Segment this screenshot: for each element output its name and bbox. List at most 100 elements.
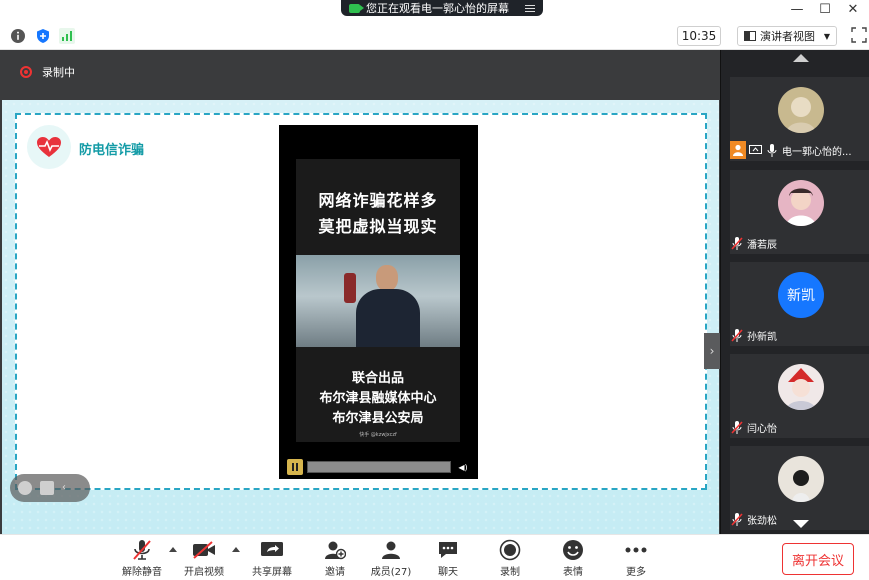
start-video-label: 开启视频 (184, 567, 224, 578)
meeting-clock: 10:35 (677, 26, 721, 46)
video-controls: ◀) (287, 459, 471, 475)
video-player[interactable]: 网络诈骗花样多 莫把虚拟当现实 联合出品 布尔津县融媒体中心 布尔津县公安局 快… (279, 125, 478, 479)
emoji-icon[interactable] (18, 481, 32, 495)
video-headline-line1: 网络诈骗花样多 (318, 191, 438, 210)
participant-name: 闫心怡 (747, 423, 777, 435)
heart-pulse-icon (37, 137, 61, 157)
participant-video-list: 电一郭心怡的... 潘若辰 新凯 孙新凯 闫心怡 张劲松 (720, 50, 869, 534)
shared-screen-stage: 录制中 防电信诈骗 网络诈骗花样多 莫把虚拟当现实 联合出品 布尔津县融媒体中心… (0, 50, 720, 554)
microphone-muted-icon (730, 328, 744, 342)
participant-tile[interactable]: 闫心怡 (730, 354, 869, 438)
participant-avatar (778, 87, 824, 133)
menu-icon[interactable] (525, 3, 535, 14)
window-titlebar: 您正在观看电一郭心怡的屏幕 — ☐ ✕ (0, 0, 869, 22)
video-options-caret-icon[interactable] (232, 547, 240, 552)
recording-label: 录制中 (42, 66, 75, 79)
close-button[interactable]: ✕ (839, 0, 867, 18)
camera-off-icon (192, 539, 216, 561)
share-screen-button[interactable]: 共享屏幕 (247, 539, 297, 579)
slide-title: 防电信诈骗 (79, 143, 145, 158)
chevron-down-icon: ▼ (823, 31, 830, 41)
chat-icon (436, 539, 460, 561)
participant-label: 闫心怡 (730, 418, 777, 436)
video-officer-image (296, 255, 460, 347)
fullscreen-icon[interactable] (851, 27, 867, 43)
participant-name: 孙新凯 (747, 331, 777, 343)
chat-button[interactable]: 聊天 (423, 539, 473, 579)
video-credit-line1: 联合出品 (351, 371, 404, 386)
participant-label: 孙新凯 (730, 326, 777, 344)
start-video-button[interactable]: 开启视频 (179, 539, 229, 579)
leave-meeting-button[interactable]: 离开会议 (782, 543, 854, 575)
participant-tile[interactable]: 新凯 孙新凯 (730, 262, 869, 346)
video-camera-icon (349, 3, 364, 13)
maximize-button[interactable]: ☐ (811, 0, 839, 18)
share-status-text: 您正在观看电一郭心怡的屏幕 (366, 2, 509, 15)
collapse-sidebar-button[interactable]: › (704, 333, 720, 369)
participant-avatar (778, 364, 824, 410)
shared-slide: 防电信诈骗 网络诈骗花样多 莫把虚拟当现实 联合出品 布尔津县融媒体中心 布尔津… (2, 100, 719, 554)
screen-share-status-pill[interactable]: 您正在观看电一郭心怡的屏幕 (341, 0, 543, 16)
meeting-toolbar: 解除静音 开启视频 共享屏幕 邀请 成员(27) 聊天 录制 表情 更多 离开会… (0, 534, 869, 580)
network-signal-icon[interactable] (59, 28, 75, 44)
chevron-left-icon[interactable]: ‹ (62, 481, 76, 495)
audio-options-caret-icon[interactable] (169, 547, 177, 552)
microphone-muted-icon (730, 236, 744, 250)
minimize-button[interactable]: — (783, 0, 811, 18)
security-shield-icon[interactable] (35, 28, 51, 44)
participant-label: 电一郭心怡的... (730, 141, 852, 159)
participant-avatar (778, 456, 824, 502)
annotate-icon[interactable] (40, 481, 54, 495)
more-dots-icon (624, 539, 648, 561)
reactions-label: 表情 (563, 567, 583, 578)
add-user-icon (323, 539, 347, 561)
participant-name: 张劲松 (747, 515, 777, 527)
video-progress-bar[interactable] (307, 461, 451, 473)
heart-pulse-logo (27, 125, 71, 169)
microphone-muted-icon (730, 512, 744, 526)
unmute-button[interactable]: 解除静音 (117, 539, 167, 579)
share-screen-label: 共享屏幕 (252, 567, 292, 578)
participant-avatar (778, 180, 824, 226)
participant-name: 潘若辰 (747, 239, 777, 251)
members-icon (379, 539, 403, 561)
more-label: 更多 (626, 567, 646, 578)
video-credit-line2: 布尔津县融媒体中心 (319, 391, 437, 406)
record-button[interactable]: 录制 (485, 539, 535, 579)
participant-label: 张劲松 (730, 510, 777, 528)
scroll-down-arrow-icon[interactable] (793, 520, 809, 528)
view-mode-label: 演讲者视图 (760, 30, 815, 43)
host-icon (730, 141, 746, 159)
participant-tile[interactable]: 张劲松 (730, 446, 869, 530)
recording-indicator: 录制中 (20, 64, 75, 80)
microphone-muted-icon (730, 420, 744, 434)
annotation-toolbar[interactable]: ‹ (10, 474, 90, 502)
participant-tile[interactable]: 潘若辰 (730, 170, 869, 254)
invite-label: 邀请 (325, 567, 345, 578)
scroll-up-arrow-icon[interactable] (793, 54, 809, 62)
more-button[interactable]: 更多 (611, 539, 661, 579)
video-frame: 网络诈骗花样多 莫把虚拟当现实 联合出品 布尔津县融媒体中心 布尔津县公安局 快… (296, 159, 460, 442)
recording-dot-icon (20, 66, 32, 78)
smiley-icon (561, 539, 585, 561)
volume-icon[interactable]: ◀) (455, 460, 471, 474)
info-icon[interactable] (10, 28, 26, 44)
members-button[interactable]: 成员(27) (366, 539, 416, 579)
record-label: 录制 (500, 567, 520, 578)
pause-button[interactable] (287, 459, 303, 475)
share-screen-icon (260, 539, 284, 561)
reactions-button[interactable]: 表情 (548, 539, 598, 579)
record-icon (498, 539, 522, 561)
microphone-icon (765, 143, 779, 157)
screen-share-icon (748, 143, 762, 157)
invite-button[interactable]: 邀请 (310, 539, 360, 579)
unmute-label: 解除静音 (122, 567, 162, 578)
video-headline-line2: 莫把虚拟当现实 (318, 217, 438, 236)
participant-tile[interactable]: 电一郭心怡的... (730, 77, 869, 161)
meeting-info-bar: 10:35 演讲者视图 ▼ (0, 22, 869, 50)
slide-content-area: 防电信诈骗 网络诈骗花样多 莫把虚拟当现实 联合出品 布尔津县融媒体中心 布尔津… (15, 113, 707, 490)
layout-icon (744, 31, 756, 41)
participant-label: 潘若辰 (730, 234, 777, 252)
view-mode-selector[interactable]: 演讲者视图 ▼ (737, 26, 837, 46)
participant-name: 电一郭心怡的... (782, 146, 852, 158)
